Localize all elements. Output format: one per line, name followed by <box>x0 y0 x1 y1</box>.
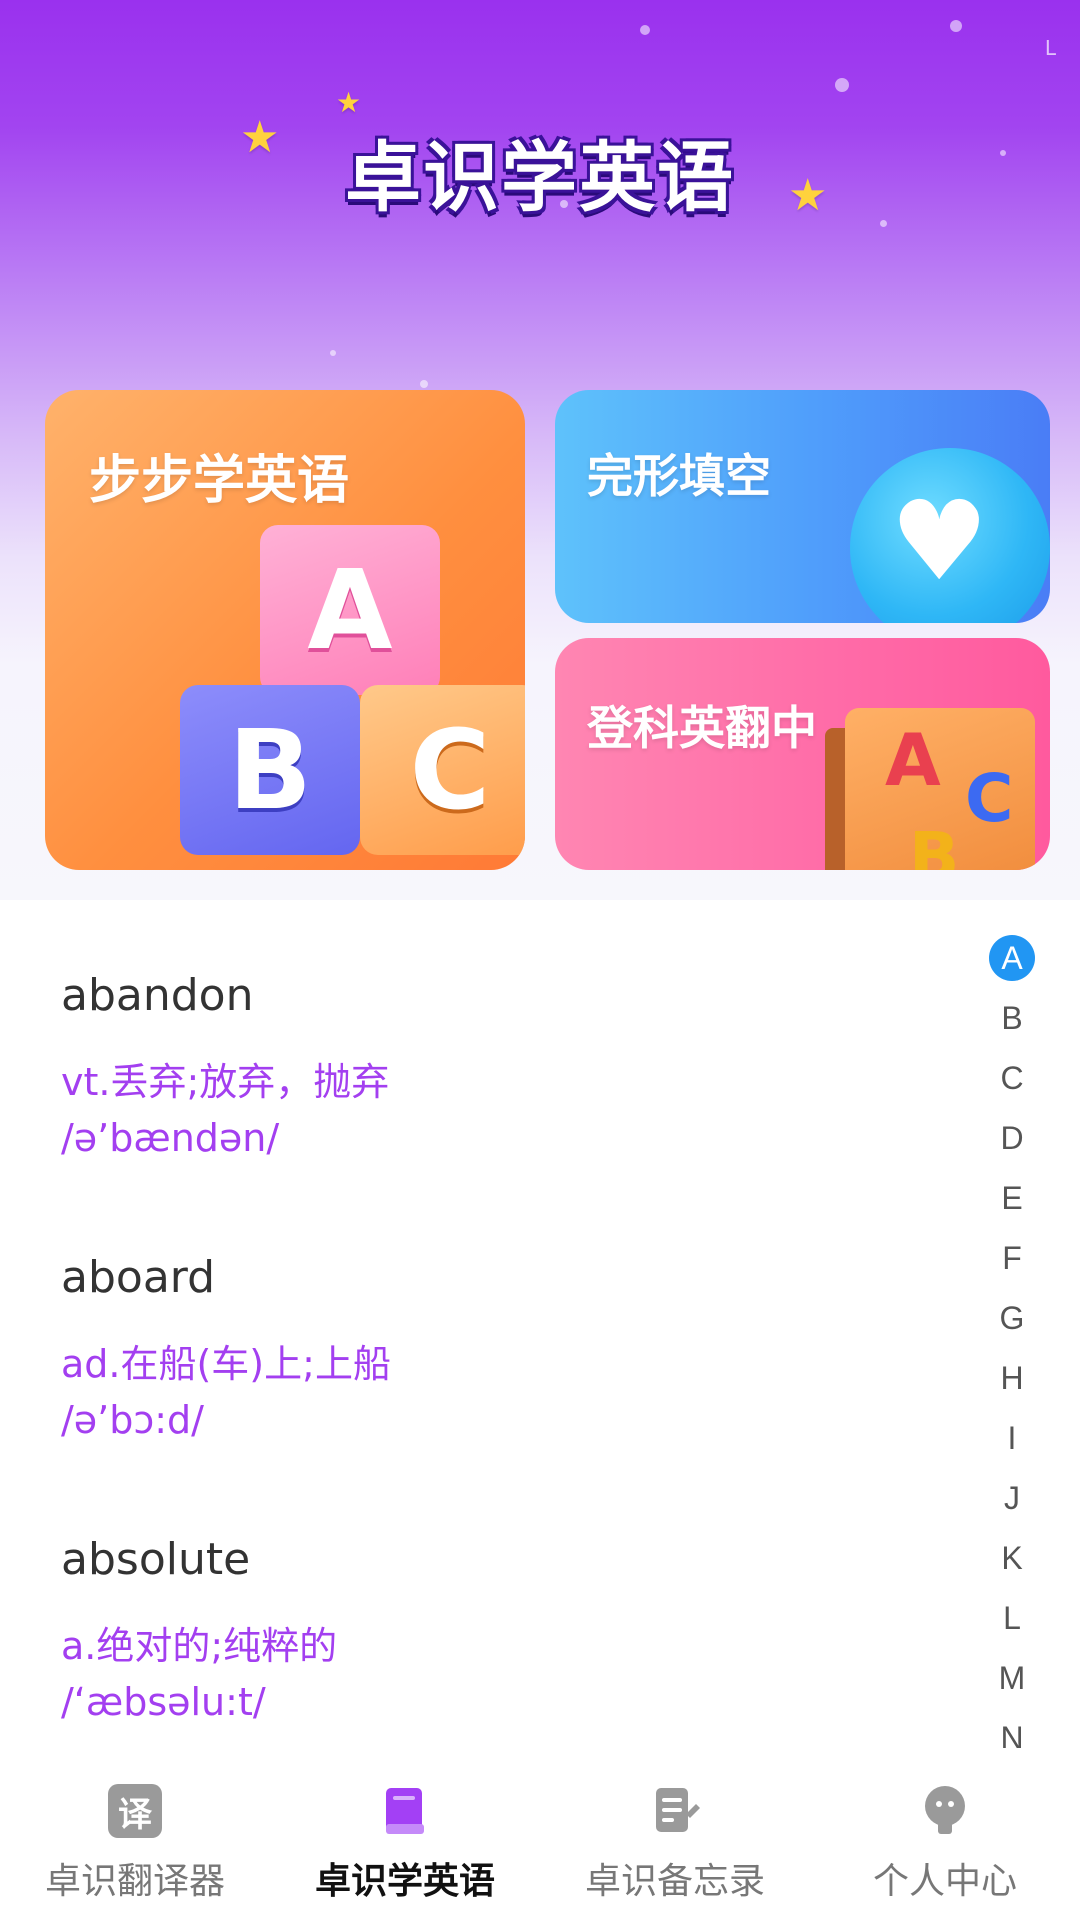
nav-memo[interactable]: 卓识备忘录 <box>540 1760 810 1920</box>
nav-label: 个人中心 <box>872 1861 1017 1902</box>
index-letter-g[interactable]: G <box>984 1288 1040 1348</box>
index-letter-l[interactable]: L <box>984 1588 1040 1648</box>
heart-icon: ♥ <box>890 477 989 605</box>
block-a-icon: A <box>260 525 440 695</box>
word-phonetic: /‘æbsəlu:t/ <box>61 1680 266 1724</box>
app-title: 卓识学英语 <box>345 133 735 222</box>
nav-translator[interactable]: 译 卓识翻译器 <box>0 1760 270 1920</box>
word-text: aboard <box>61 1252 216 1303</box>
word-list[interactable]: abandon vt.丢弃;放弃，抛弃 /ə’bændən/ aboard ad… <box>0 900 1080 1760</box>
bottom-navigation: 译 卓识翻译器 卓识学英语 卓识备忘录 个人中心 <box>0 1760 1080 1920</box>
nav-label: 卓识学英语 <box>314 1861 495 1902</box>
index-letter-h[interactable]: H <box>984 1348 1040 1408</box>
sparkle <box>835 78 849 92</box>
alphabet-index-bar[interactable]: A B C D E F G H I J K L M N <box>984 928 1040 1748</box>
star-icon: ★ <box>336 86 362 119</box>
word-meaning: vt.丢弃;放弃，抛弃 <box>61 1060 390 1104</box>
word-text: absolute <box>61 1534 251 1585</box>
heart-bubble-icon: ♥ <box>850 448 1050 623</box>
list-item[interactable]: aboard ad.在船(车)上;上船 /ə’bɔ:d/ <box>61 1252 961 1442</box>
nav-label: 卓识备忘录 <box>584 1861 765 1902</box>
index-letter-k[interactable]: K <box>984 1528 1040 1588</box>
scroll-letter-b: B <box>909 818 960 870</box>
block-c-icon: C <box>360 685 525 855</box>
card-label: 登科英翻中 <box>587 701 817 755</box>
header-banner: L ★ ★ ★ 卓识学英语 步步学英语 A B C 完形填空 ♥ 登科英翻中 A… <box>0 0 1080 900</box>
index-letter-d[interactable]: D <box>984 1108 1040 1168</box>
card-label: 步步学英语 <box>89 451 350 511</box>
corner-mark: L <box>1044 36 1056 60</box>
scroll-letter-c: C <box>965 760 1014 837</box>
card-step-by-step[interactable]: 步步学英语 A B C <box>45 390 525 870</box>
word-phonetic: /ə’bɔ:d/ <box>61 1398 204 1442</box>
abc-scroll-icon: A C B <box>845 708 1035 870</box>
list-item[interactable]: abandon vt.丢弃;放弃，抛弃 /ə’bændən/ <box>61 970 961 1160</box>
word-text: abandon <box>61 970 254 1021</box>
index-letter-f[interactable]: F <box>984 1228 1040 1288</box>
nav-profile[interactable]: 个人中心 <box>810 1760 1080 1920</box>
translate-icon: 译 <box>108 1784 162 1838</box>
word-meaning: ad.在船(车)上;上船 <box>61 1342 391 1386</box>
block-b-icon: B <box>180 685 360 855</box>
word-phonetic: /ə’bændən/ <box>61 1116 280 1160</box>
nav-learn-english[interactable]: 卓识学英语 <box>270 1760 540 1920</box>
list-item[interactable]: absolute a.绝对的;纯粹的 /‘æbsəlu:t/ <box>61 1534 961 1724</box>
card-cloze[interactable]: 完形填空 ♥ <box>555 390 1050 623</box>
card-label: 完形填空 <box>587 449 771 503</box>
book-icon <box>378 1784 432 1838</box>
sparkle <box>330 350 336 356</box>
profile-icon <box>918 1784 972 1838</box>
index-letter-m[interactable]: M <box>984 1648 1040 1708</box>
index-letter-j[interactable]: J <box>984 1468 1040 1528</box>
scroll-letter-a: A <box>885 718 941 802</box>
index-letter-e[interactable]: E <box>984 1168 1040 1228</box>
word-meaning: a.绝对的;纯粹的 <box>61 1624 338 1668</box>
index-letter-b[interactable]: B <box>984 988 1040 1048</box>
index-letter-n[interactable]: N <box>984 1708 1040 1749</box>
index-letter-c[interactable]: C <box>984 1048 1040 1108</box>
sparkle <box>950 20 962 32</box>
index-letter-a[interactable]: A <box>984 928 1040 988</box>
memo-icon <box>648 1784 702 1838</box>
nav-label: 卓识翻译器 <box>44 1861 225 1902</box>
index-letter-i[interactable]: I <box>984 1408 1040 1468</box>
card-en-to-zh[interactable]: 登科英翻中 A C B <box>555 638 1050 870</box>
sparkle <box>640 25 650 35</box>
sparkle <box>420 380 428 388</box>
